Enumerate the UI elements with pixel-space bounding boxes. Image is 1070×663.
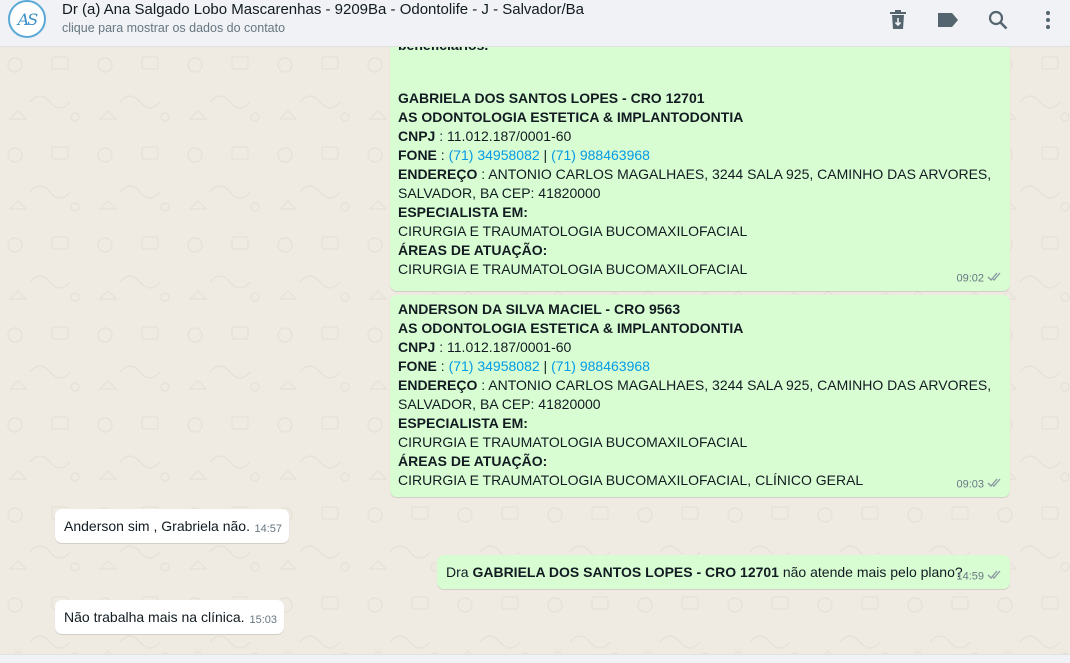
dentist-name: GABRIELA DOS SANTOS LOPES - CRO 12701 — [398, 90, 705, 106]
company-name: AS ODONTOLOGIA ESTETICA & IMPLANTODONTIA — [398, 109, 744, 125]
message-bubble-outgoing[interactable]: beneficiarios. GABRIELA DOS SANTOS LOPES… — [390, 47, 1010, 291]
phone-link[interactable]: (71) 988463968 — [551, 147, 650, 163]
dentist-name: ANDERSON DA SILVA MACIEL - CRO 9563 — [398, 301, 681, 317]
message-meta: 09:02 — [956, 269, 1002, 288]
separator: | — [539, 147, 552, 163]
address-value-cont: SALVADOR, BA CEP: 41820000 — [398, 396, 601, 412]
message-time: 15:03 — [249, 614, 277, 626]
address-label: ENDEREÇO — [398, 377, 478, 393]
message-bubble-outgoing[interactable]: Dra GABRIELA DOS SANTOS LOPES - CRO 1270… — [437, 555, 1010, 589]
message-time: 09:03 — [956, 478, 984, 490]
phone-link[interactable]: (71) 988463968 — [551, 358, 650, 374]
separator: : — [436, 147, 449, 163]
areas-label: ÁREAS DE ATUAÇÃO: — [398, 453, 548, 469]
contact-avatar[interactable]: AS — [8, 0, 46, 38]
phone-link[interactable]: (71) 34958082 — [449, 147, 540, 163]
phone-label: FONE — [398, 358, 437, 374]
message-bubble-outgoing[interactable]: ANDERSON DA SILVA MACIEL - CRO 9563 AS O… — [390, 295, 1010, 497]
separator: : — [436, 358, 449, 374]
address-value: : ANTONIO CARLOS MAGALHAES, 3244 SALA 92… — [477, 166, 992, 182]
read-ticks-icon — [987, 567, 1002, 586]
phone-link[interactable]: (71) 34958082 — [449, 358, 540, 374]
message-bubble-incoming[interactable]: Não trabalha mais na clínica. 15:03 — [55, 600, 284, 634]
cnpj-value: : 11.012.187/0001-60 — [435, 128, 572, 144]
phone-label: FONE — [398, 147, 437, 163]
areas-value: CIRURGIA E TRAUMATOLOGIA BUCOMAXILOFACIA… — [398, 472, 864, 488]
message-text: beneficiarios. — [398, 47, 488, 55]
read-ticks-icon — [987, 475, 1002, 494]
separator: | — [539, 358, 552, 374]
areas-value: CIRURGIA E TRAUMATOLOGIA BUCOMAXILOFACIA… — [398, 261, 748, 277]
menu-icon[interactable] — [1036, 8, 1060, 32]
read-ticks-icon — [987, 269, 1002, 288]
message-meta: 14:59 — [956, 567, 1002, 586]
message-text-suffix: não atende mais pelo plano? — [778, 564, 963, 580]
cnpj-label: CNPJ — [398, 128, 436, 144]
message-text-prefix: Dra — [446, 564, 473, 580]
specialty-label: ESPECIALISTA EM: — [398, 415, 528, 431]
message-time: 14:59 — [956, 570, 984, 582]
message-text-bold: GABRIELA DOS SANTOS LOPES - CRO 12701 — [472, 564, 779, 580]
message-bubble-incoming[interactable]: Anderson sim , Grabriela não. 14:57 — [55, 509, 289, 543]
specialty-label: ESPECIALISTA EM: — [398, 204, 528, 220]
specialty-value: CIRURGIA E TRAUMATOLOGIA BUCOMAXILOFACIA… — [398, 434, 748, 450]
address-label: ENDEREÇO — [398, 166, 478, 182]
company-name: AS ODONTOLOGIA ESTETICA & IMPLANTODONTIA — [398, 320, 744, 336]
areas-label: ÁREAS DE ATUAÇÃO: — [398, 242, 548, 258]
chat-header[interactable]: AS Dr (a) Ana Salgado Lobo Mascarenhas -… — [0, 0, 1070, 47]
delete-icon[interactable] — [886, 8, 910, 32]
specialty-value: CIRURGIA E TRAUMATOLOGIA BUCOMAXILOFACIA… — [398, 223, 748, 239]
address-value: : ANTONIO CARLOS MAGALHAES, 3244 SALA 92… — [477, 377, 992, 393]
contact-subtitle[interactable]: clique para mostrar os dados do contato — [62, 21, 285, 35]
search-icon[interactable] — [986, 8, 1010, 32]
message-text: Não trabalha mais na clínica. — [64, 609, 245, 625]
label-icon[interactable] — [936, 8, 960, 32]
message-time: 14:57 — [254, 523, 282, 535]
cnpj-label: CNPJ — [398, 339, 436, 355]
message-meta: 09:03 — [956, 475, 1002, 494]
avatar-initials: AS — [17, 9, 38, 29]
chat-area[interactable]: beneficiarios. GABRIELA DOS SANTOS LOPES… — [0, 47, 1070, 654]
message-time: 09:02 — [956, 272, 984, 284]
message-text: Anderson sim , Grabriela não. — [64, 518, 250, 534]
contact-name[interactable]: Dr (a) Ana Salgado Lobo Mascarenhas - 92… — [62, 1, 584, 18]
cnpj-value: : 11.012.187/0001-60 — [435, 339, 572, 355]
message-text: Dra GABRIELA DOS SANTOS LOPES - CRO 1270… — [446, 563, 963, 582]
address-value-cont: SALVADOR, BA CEP: 41820000 — [398, 185, 601, 201]
